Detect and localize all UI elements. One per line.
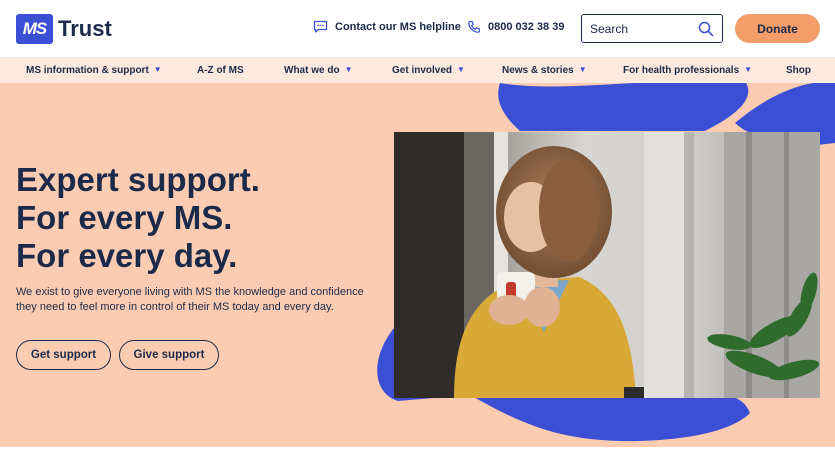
hero-photo — [394, 132, 820, 398]
logo-badge: MS — [16, 14, 53, 44]
nav-item-what-we-do[interactable]: What we do ▼ — [284, 57, 352, 83]
logo-wordmark: Trust — [58, 16, 112, 41]
nav-item-a-z-of-ms[interactable]: A-Z of MS — [197, 57, 244, 83]
hero-headline: Expert support. For every MS. For every … — [16, 161, 260, 275]
nav-item-label: News & stories — [502, 64, 574, 76]
helpline-link[interactable]: Contact our MS helpline — [313, 20, 461, 33]
chevron-down-icon: ▼ — [153, 65, 162, 74]
chevron-down-icon: ▼ — [344, 65, 353, 74]
ms-trust-logo[interactable]: MS Trust — [16, 14, 112, 44]
main-nav: MS information & support ▼ A-Z of MS Wha… — [0, 57, 835, 83]
hero-section: Expert support. For every MS. For every … — [0, 83, 835, 447]
donate-button[interactable]: Donate — [735, 14, 820, 43]
hero-intro-text: We exist to give everyone living with MS… — [16, 286, 364, 313]
chat-bubble-icon — [313, 20, 328, 33]
headline-line: Expert support. — [16, 161, 260, 198]
page-below-hero — [0, 447, 835, 469]
search-box — [581, 14, 723, 43]
get-support-button[interactable]: Get support — [16, 340, 111, 370]
nav-item-ms-information-support[interactable]: MS information & support ▼ — [26, 57, 162, 83]
nav-item-news-stories[interactable]: News & stories ▼ — [502, 57, 587, 83]
chevron-down-icon: ▼ — [744, 65, 753, 74]
phone-link[interactable]: 0800 032 38 39 — [467, 20, 564, 34]
helpline-label: Contact our MS helpline — [335, 20, 461, 33]
nav-item-label: A-Z of MS — [197, 64, 244, 76]
phone-icon — [467, 20, 481, 34]
nav-item-shop[interactable]: Shop — [786, 57, 811, 83]
nav-item-label: Get involved — [392, 64, 453, 76]
phone-number: 0800 032 38 39 — [488, 21, 565, 33]
nav-item-label: MS information & support — [26, 64, 149, 76]
chevron-down-icon: ▼ — [457, 65, 465, 74]
site-header: MS Trust Contact our MS helpline 0800 03… — [0, 0, 835, 57]
nav-item-label: Shop — [786, 64, 811, 76]
chevron-down-icon: ▼ — [578, 65, 587, 74]
nav-item-for-health-professionals[interactable]: For health professionals ▼ — [623, 57, 752, 83]
headline-line: For every day. — [16, 237, 238, 274]
headline-line: For every MS. — [16, 199, 233, 236]
nav-item-label: For health professionals — [623, 64, 740, 76]
search-icon[interactable] — [698, 21, 714, 37]
give-support-button[interactable]: Give support — [119, 340, 219, 370]
search-input[interactable] — [582, 15, 692, 42]
nav-item-get-involved[interactable]: Get involved ▼ — [392, 57, 465, 83]
nav-item-label: What we do — [284, 64, 340, 76]
